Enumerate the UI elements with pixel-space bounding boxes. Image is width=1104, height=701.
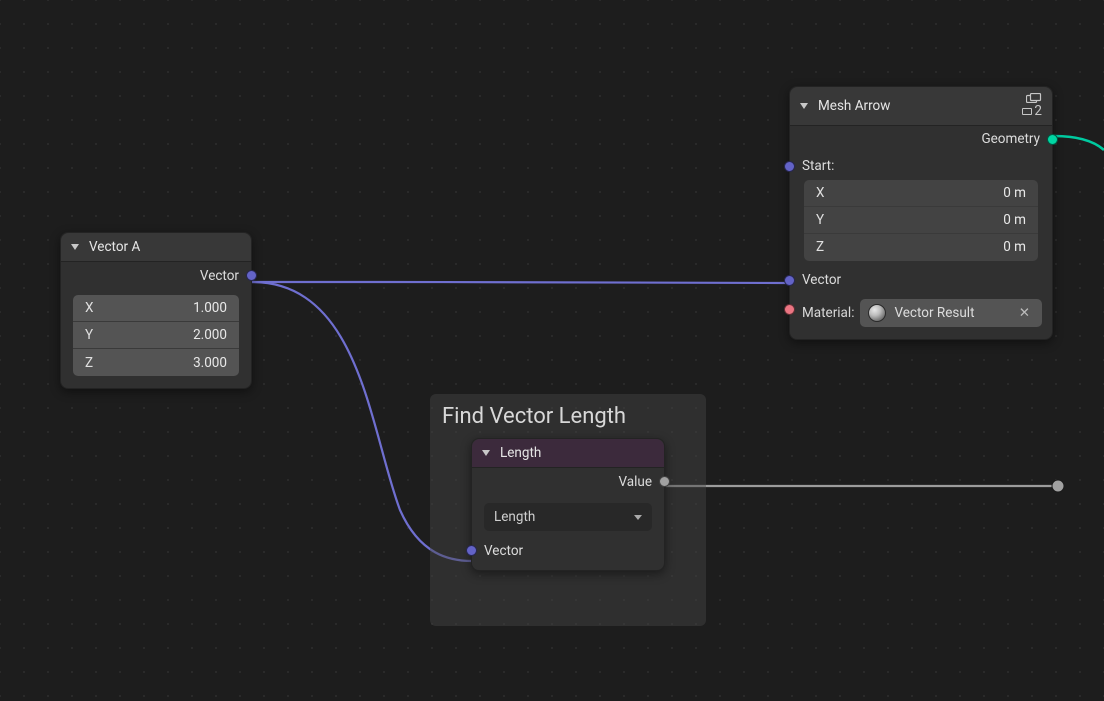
node-title: Length (500, 445, 541, 461)
socket-label: Vector (200, 268, 239, 284)
frame-title: Find Vector Length (442, 404, 626, 429)
value-socket-icon[interactable] (659, 476, 670, 487)
start-fields: X0 m Y0 m Z0 m (804, 180, 1038, 261)
material-sphere-icon (868, 304, 886, 322)
socket-label: Vector (802, 272, 841, 288)
node-header[interactable]: Mesh Arrow 2 (790, 87, 1052, 126)
node-header[interactable]: Vector A (61, 233, 251, 262)
field-y[interactable]: Y2.000 (73, 322, 239, 349)
chevron-down-icon (634, 515, 642, 520)
vector-socket-icon[interactable] (784, 275, 795, 286)
field-z[interactable]: Z0 m (804, 234, 1038, 261)
vector-fields: X1.000 Y2.000 Z3.000 (73, 295, 239, 376)
socket-label: Start: (802, 158, 834, 174)
material-socket-icon[interactable] (784, 304, 795, 315)
geometry-socket-icon[interactable] (1047, 134, 1058, 145)
field-x[interactable]: X1.000 (73, 295, 239, 322)
socket-label: Geometry (981, 131, 1040, 147)
output-socket-value[interactable]: Value (472, 468, 664, 495)
output-socket-vector[interactable]: Vector (61, 262, 251, 289)
users-icon (1022, 108, 1032, 115)
output-socket-geometry[interactable]: Geometry (790, 126, 1052, 153)
node-title: Vector A (89, 239, 140, 255)
select-value: Length (494, 509, 535, 525)
node-vector-a[interactable]: Vector A Vector X1.000 Y2.000 Z3.000 (60, 232, 252, 389)
field-z[interactable]: Z3.000 (73, 349, 239, 376)
node-mesh-arrow[interactable]: Mesh Arrow 2 Geometry Start: X0 m Y0 m Z… (789, 86, 1053, 340)
vector-socket-icon[interactable] (784, 161, 795, 172)
material-name: Vector Result (894, 305, 1006, 321)
field-y[interactable]: Y0 m (804, 207, 1038, 234)
field-x[interactable]: X0 m (804, 180, 1038, 207)
input-socket-vector[interactable]: Vector (790, 267, 1052, 294)
vector-socket-icon[interactable] (246, 270, 257, 281)
vector-socket-icon[interactable] (466, 545, 477, 556)
socket-label: Value (618, 474, 652, 490)
collapse-icon[interactable] (71, 244, 79, 250)
clear-material-button[interactable]: ✕ (1015, 305, 1034, 321)
socket-label: Vector (484, 543, 523, 559)
user-count[interactable]: 2 (1022, 105, 1042, 119)
mode-select[interactable]: Length (484, 503, 652, 531)
collapse-icon[interactable] (800, 103, 808, 109)
node-length[interactable]: Length Value Length Vector (471, 438, 665, 571)
material-selector[interactable]: Vector Result ✕ (860, 299, 1042, 327)
input-socket-material[interactable]: Material: Vector Result ✕ (790, 294, 1052, 339)
node-title: Mesh Arrow (818, 98, 890, 114)
socket-label: Material: (802, 305, 854, 321)
node-header-icons: 2 (1022, 93, 1042, 119)
input-socket-start[interactable]: Start: (790, 153, 1052, 180)
input-socket-vector[interactable]: Vector (472, 537, 664, 564)
node-header[interactable]: Length (472, 439, 664, 468)
collapse-icon[interactable] (482, 450, 490, 456)
